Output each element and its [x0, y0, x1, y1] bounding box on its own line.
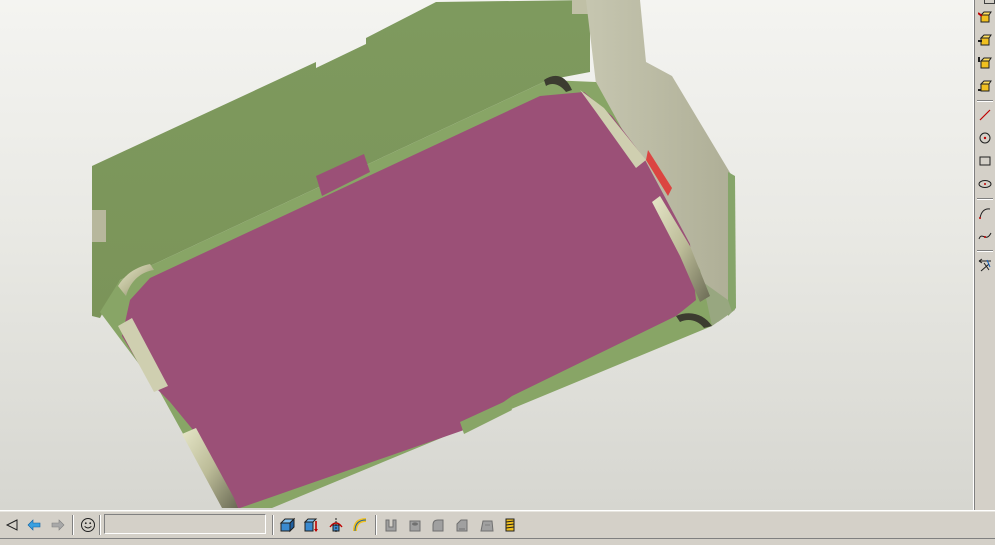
message-field: [104, 514, 266, 534]
next-button[interactable]: [47, 514, 69, 536]
toolbar-separator: [977, 198, 993, 200]
extrude-icon: [303, 518, 318, 532]
hole-icon: [409, 520, 421, 532]
bottom-view-button[interactable]: [976, 77, 994, 95]
arc-button[interactable]: [976, 204, 994, 222]
line-icon: [979, 109, 991, 121]
rectangle-button[interactable]: [976, 152, 994, 170]
toolbar-separator: [375, 515, 377, 535]
revolve-button[interactable]: [325, 514, 347, 536]
right-sketch-toolbar: [973, 0, 995, 510]
part-model[interactable]: [0, 0, 973, 510]
fillet-icon: [432, 519, 444, 532]
hole-button[interactable]: [404, 514, 426, 536]
front-view-button[interactable]: [976, 8, 994, 26]
toolbar-separator: [99, 515, 101, 535]
thread-button[interactable]: [499, 514, 521, 536]
toolbar-separator: [72, 515, 74, 535]
shaded-box-icon: [279, 517, 295, 533]
back-triangle-icon: [5, 519, 18, 531]
sweep-icon: [353, 518, 367, 532]
previous-arrow-icon: [27, 519, 41, 531]
chamfer-icon: [456, 519, 468, 532]
circle-button[interactable]: [976, 129, 994, 147]
pocket-button[interactable]: [380, 514, 402, 536]
smiley-button[interactable]: [77, 514, 99, 536]
extrude-button[interactable]: [300, 514, 322, 536]
fillet-button[interactable]: [427, 514, 449, 536]
spline-icon: [978, 232, 992, 240]
smiley-icon: [81, 518, 95, 532]
revolve-icon: [329, 518, 343, 532]
wall-notch: [92, 210, 106, 242]
arc-icon: [979, 208, 991, 219]
sweep-button[interactable]: [349, 514, 371, 536]
dimension-button[interactable]: [976, 256, 994, 274]
chamfer-button[interactable]: [451, 514, 473, 536]
bottom-toolbar: [0, 510, 995, 539]
back-view-button[interactable]: [976, 31, 994, 49]
line-button[interactable]: [976, 106, 994, 124]
previous-button[interactable]: [23, 514, 45, 536]
thread-icon: [505, 518, 515, 532]
top-view-icon: [978, 57, 992, 69]
bottom-view-icon: [978, 80, 992, 92]
dimension-icon: [978, 258, 991, 272]
3d-viewport[interactable]: [0, 0, 973, 510]
ellipse-button[interactable]: [976, 175, 994, 193]
ellipse-icon: [978, 180, 992, 188]
pocket-icon: [385, 519, 397, 532]
rectangle-icon: [979, 156, 991, 166]
top-view-button[interactable]: [976, 54, 994, 72]
toolbar-separator: [977, 250, 993, 252]
front-view-icon: [978, 11, 992, 23]
draft-icon: [480, 520, 494, 532]
end-face-edge: [728, 172, 736, 316]
toolbar-separator: [272, 515, 274, 535]
back-triangle-button[interactable]: [1, 514, 23, 536]
toolbar-separator: [977, 100, 993, 102]
circle-icon: [979, 132, 991, 144]
draft-button[interactable]: [476, 514, 498, 536]
shaded-box-button[interactable]: [276, 514, 298, 536]
back-view-icon: [978, 34, 992, 46]
window-button[interactable]: [984, 0, 995, 4]
next-arrow-icon: [51, 519, 65, 531]
spline-button[interactable]: [976, 227, 994, 245]
